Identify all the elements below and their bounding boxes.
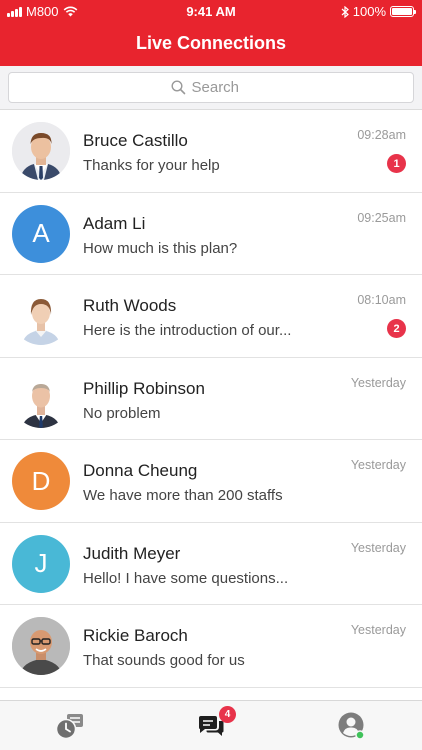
avatar: D (12, 452, 70, 510)
page-title: Live Connections (135, 33, 287, 53)
contact-name: Judith Meyer (83, 543, 181, 563)
tab-bar: 4 (0, 700, 422, 750)
contact-name: Phillip Robinson (83, 378, 205, 398)
conversation-list: Bruce Castillo Thanks for your help 09:2… (0, 110, 422, 700)
chats-badge: 4 (219, 706, 236, 723)
avatar (12, 617, 70, 675)
contact-name: Bruce Castillo (83, 131, 188, 150)
search-input[interactable] (191, 79, 252, 96)
unread-badge: 2 (387, 319, 406, 338)
conversation-row[interactable]: J Judith Meyer Hello! I have some questi… (0, 523, 422, 605)
history-icon (55, 714, 83, 740)
message-time: 08:10am (357, 293, 406, 307)
search-bar (0, 66, 422, 110)
avatar (12, 287, 70, 345)
unread-badge: 1 (387, 154, 406, 173)
app-header: M800 9:41 AM 100% Live Connections (0, 0, 422, 66)
conversation-row[interactable]: Phillip Robinson No problem Yesterday (0, 358, 422, 440)
tab-history[interactable] (55, 711, 85, 741)
avatar (12, 369, 70, 428)
last-message: No problem (83, 404, 161, 422)
conversation-row[interactable]: Ruth Woods Here is the introduction of o… (0, 275, 422, 358)
profile-icon (338, 712, 365, 740)
last-message: Thanks for your help (83, 157, 220, 174)
last-message: That sounds good for us (83, 652, 245, 669)
last-message: How much is this plan? (83, 239, 238, 257)
message-time: Yesterday (350, 458, 406, 472)
last-message: Hello! I have some questions... (83, 569, 289, 587)
avatar-initial: D (31, 465, 51, 496)
tab-chats[interactable]: 4 (196, 706, 236, 741)
message-time: 09:28am (357, 128, 406, 142)
status-bar: M800 9:41 AM 100% (0, 0, 422, 22)
search-field[interactable] (8, 72, 414, 103)
message-time: 09:25am (357, 210, 406, 225)
avatar-initial: J (34, 548, 48, 578)
avatar (12, 122, 70, 180)
avatar: J (12, 534, 70, 593)
conversation-row[interactable]: D Donna Cheung We have more than 200 sta… (0, 440, 422, 523)
avatar: A (12, 204, 70, 263)
message-time: Yesterday (350, 540, 406, 555)
message-time: Yesterday (350, 623, 406, 637)
avatar-initial: A (32, 218, 50, 248)
last-message: Here is the introduction of our... (83, 322, 292, 339)
contact-name: Adam Li (83, 213, 146, 233)
message-time: Yesterday (350, 375, 406, 390)
battery-icon (390, 6, 416, 17)
battery-percent: 100% (352, 4, 386, 19)
last-message: We have more than 200 staffs (83, 487, 283, 504)
contact-name: Ruth Woods (83, 296, 177, 315)
conversation-row[interactable]: Rickie Baroch That sounds good for us Ye… (0, 605, 422, 688)
contact-name: Rickie Baroch (83, 626, 188, 645)
tab-profile[interactable] (336, 711, 366, 741)
search-icon (170, 80, 185, 95)
conversation-row[interactable]: Bruce Castillo Thanks for your help 09:2… (0, 110, 422, 193)
bluetooth-icon (341, 5, 349, 18)
contact-name: Donna Cheung (83, 461, 198, 480)
conversation-row[interactable]: A Adam Li How much is this plan? 09:25am (0, 193, 422, 275)
